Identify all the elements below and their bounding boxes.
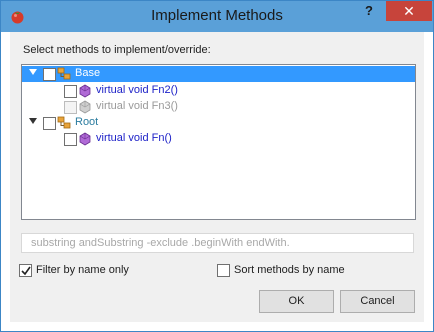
methods-section-label: Select methods to implement/override: (23, 44, 211, 56)
root-checkbox[interactable] (43, 117, 56, 130)
filter-by-name-label: Filter by name only (36, 264, 129, 276)
help-button[interactable]: ? (356, 1, 382, 21)
tree-node-label: Base (75, 67, 101, 79)
tree-node-method[interactable]: virtual void Fn3() (22, 99, 415, 115)
method-checkbox[interactable] (64, 133, 77, 146)
checkbox-box[interactable] (19, 264, 32, 277)
base-checkbox[interactable] (43, 68, 56, 81)
class-icon (57, 116, 71, 129)
class-icon (57, 67, 71, 80)
virtual-method-icon (79, 84, 91, 98)
methods-tree[interactable]: Base virtual void Fn2() virtual void Fn3… (21, 64, 416, 220)
tree-node-label: virtual void Fn2() (96, 84, 178, 96)
filter-input[interactable] (22, 234, 422, 252)
sort-methods-label: Sort methods by name (234, 264, 345, 276)
expand-triangle-icon[interactable] (29, 118, 37, 124)
virtual-method-icon (79, 132, 91, 146)
dialog-body: Select methods to implement/override: Ba… (10, 32, 424, 322)
close-button[interactable]: ✕ (386, 1, 432, 21)
tree-node-base[interactable]: Base (22, 66, 415, 82)
tree-node-method[interactable]: virtual void Fn() (22, 131, 415, 147)
tree-node-label: virtual void Fn3() (96, 100, 178, 112)
filter-field[interactable] (21, 233, 422, 253)
method-checkbox[interactable] (64, 85, 77, 98)
virtual-method-icon (79, 100, 91, 114)
checkbox-box[interactable] (217, 264, 230, 277)
tree-node-label: Root (75, 116, 99, 128)
expand-triangle-icon[interactable] (29, 69, 37, 75)
ok-button[interactable]: OK (259, 290, 334, 313)
method-checkbox[interactable] (64, 101, 77, 114)
implement-methods-dialog: Implement Methods ? ✕ Select methods to … (0, 0, 434, 332)
tree-node-root[interactable]: Root (22, 115, 415, 131)
tree-node-label: virtual void Fn() (96, 132, 172, 144)
title-bar[interactable]: Implement Methods ? ✕ (1, 1, 433, 32)
checkmark-icon (21, 266, 31, 276)
tree-node-method[interactable]: virtual void Fn2() (22, 83, 415, 99)
cancel-button[interactable]: Cancel (340, 290, 415, 313)
